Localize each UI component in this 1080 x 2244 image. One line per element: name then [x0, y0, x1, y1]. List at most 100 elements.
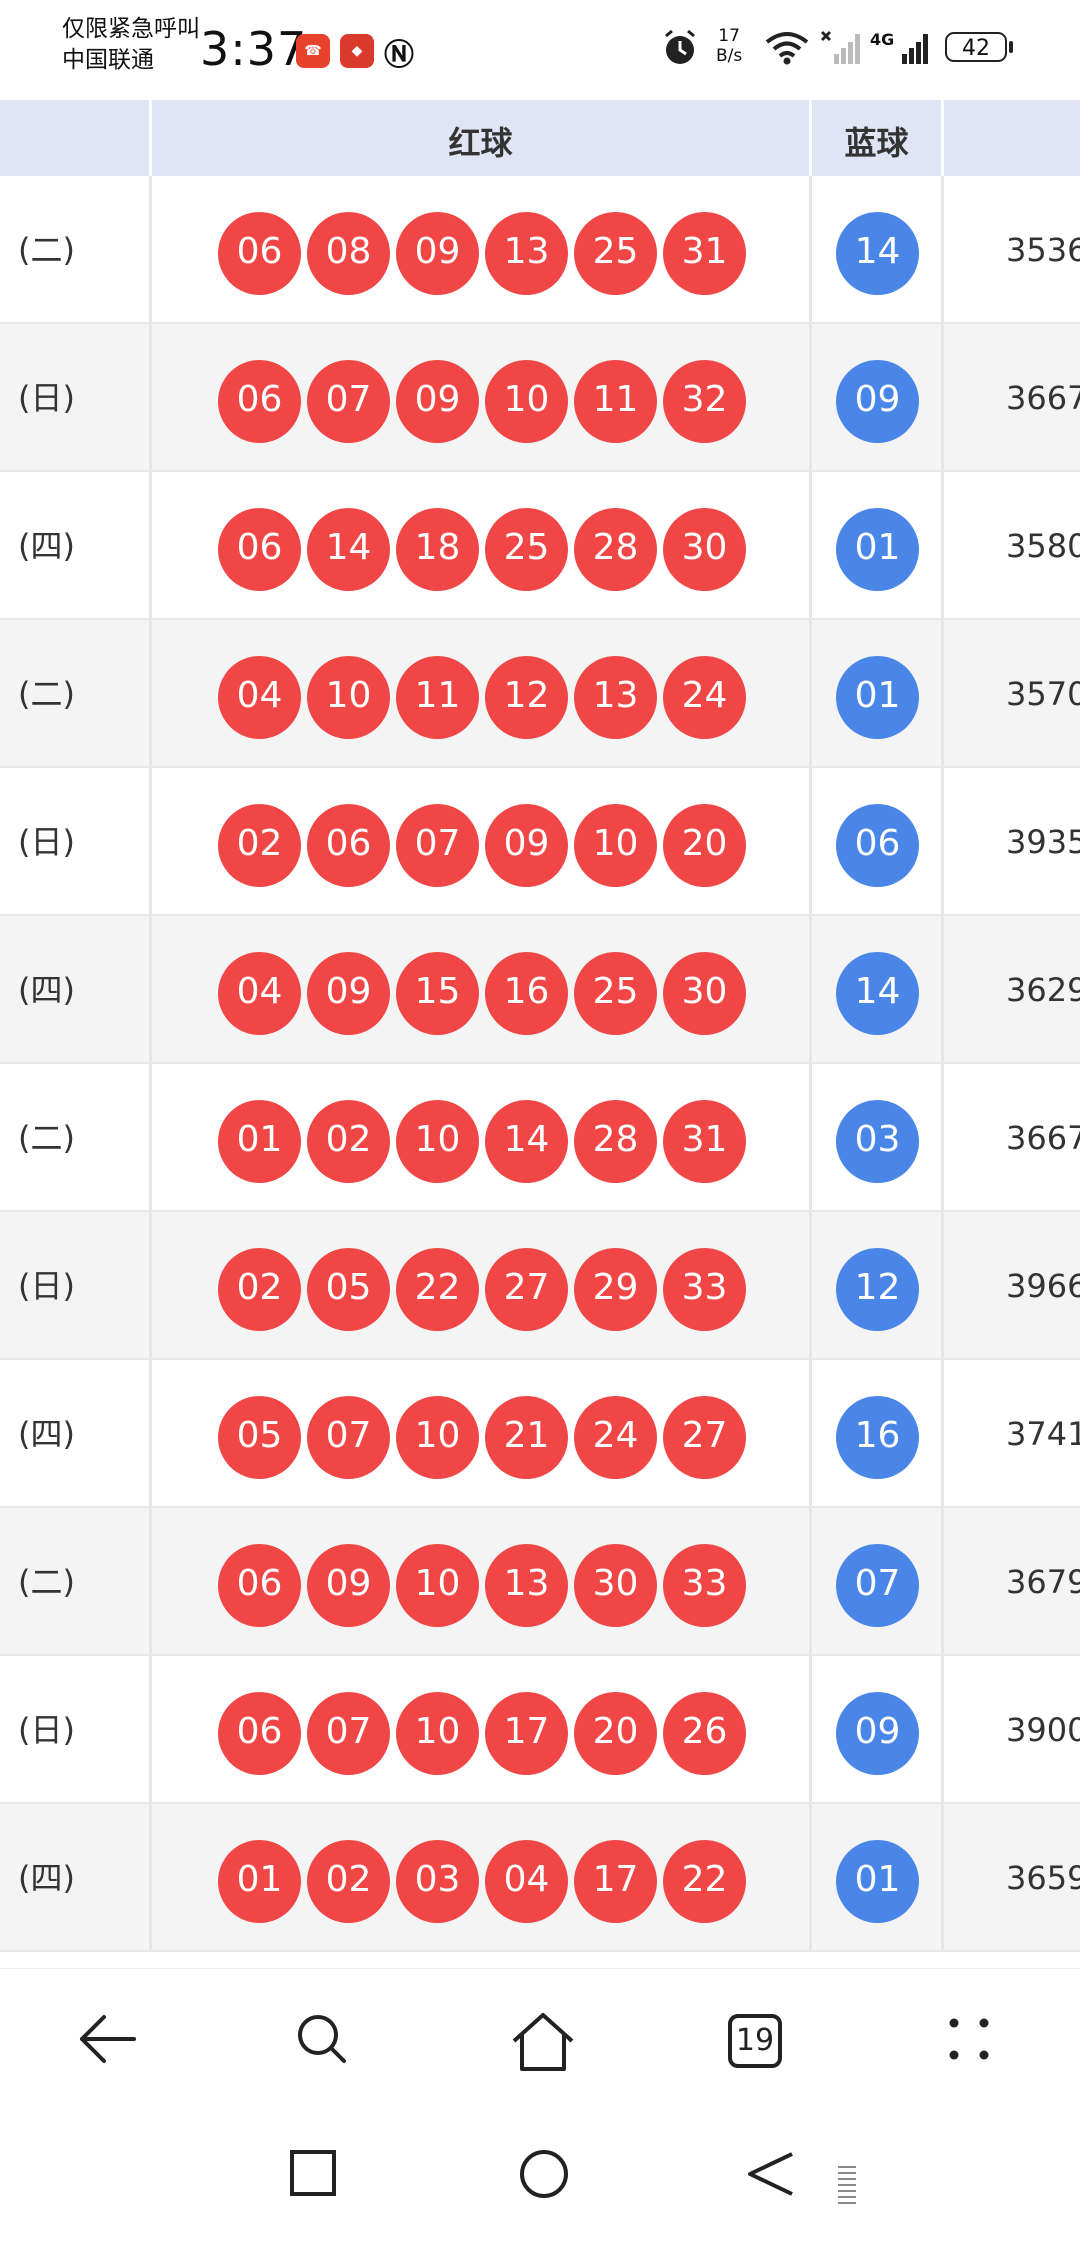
blue-ball: 03 — [836, 1100, 919, 1183]
red-ball: 20 — [663, 804, 746, 887]
draw-weekday: (四) — [0, 1360, 152, 1508]
red-ball: 02 — [307, 1100, 390, 1183]
shopping-app-icon: ◆ — [340, 34, 374, 68]
battery-tip — [1009, 41, 1013, 53]
nfc-icon: Ⓝ — [384, 38, 414, 73]
red-balls-cell: 01 02 10 14 28 31 — [152, 1064, 812, 1212]
sales-amount: 3580 — [1006, 527, 1080, 565]
recents-button[interactable] — [270, 2108, 350, 2244]
red-ball: 10 — [396, 1100, 479, 1183]
sales-amount: 3659 — [1006, 1859, 1080, 1897]
triangle-back-icon — [748, 2152, 793, 2196]
blue-ball-cell: 12 — [812, 1212, 944, 1360]
red-ball: 25 — [574, 952, 657, 1035]
back-button[interactable] — [56, 1969, 156, 2109]
home-button[interactable] — [488, 1969, 588, 2109]
blue-ball: 06 — [836, 804, 919, 887]
red-ball: 30 — [663, 952, 746, 1035]
red-balls-cell: 06 08 09 13 25 31 — [152, 176, 812, 324]
red-ball: 11 — [396, 656, 479, 739]
red-ball: 30 — [663, 508, 746, 591]
red-ball: 09 — [396, 360, 479, 443]
red-ball: 10 — [396, 1692, 479, 1775]
red-ball: 03 — [396, 1840, 479, 1923]
home-system-button[interactable] — [500, 2108, 580, 2244]
red-ball: 14 — [307, 508, 390, 591]
sales-amount: 3900 — [1006, 1711, 1080, 1749]
red-ball: 29 — [574, 1248, 657, 1331]
blue-ball-cell: 03 — [812, 1064, 944, 1212]
red-ball: 17 — [574, 1840, 657, 1923]
app-notification-icon: ☎ — [296, 34, 330, 68]
draw-weekday: (二) — [0, 1064, 152, 1212]
red-balls-cell: 06 07 10 17 20 26 — [152, 1656, 812, 1804]
signal-sim2-icon — [892, 30, 936, 70]
red-balls-cell: 04 10 11 12 13 24 — [152, 620, 812, 768]
sales-amount: 3629 — [1006, 971, 1080, 1009]
red-ball: 07 — [307, 1692, 390, 1775]
draw-weekday: (四) — [0, 916, 152, 1064]
red-ball: 33 — [663, 1544, 746, 1627]
red-balls-cell: 05 07 10 21 24 27 — [152, 1360, 812, 1508]
sales-amount: 3667 — [1006, 379, 1080, 417]
blue-ball: 09 — [836, 1692, 919, 1775]
red-ball: 10 — [396, 1544, 479, 1627]
header-red-balls: 红球 — [152, 100, 812, 176]
red-ball: 09 — [485, 804, 568, 887]
tabs-button[interactable]: 19 — [704, 1969, 804, 2109]
red-ball: 22 — [663, 1840, 746, 1923]
red-ball: 16 — [485, 952, 568, 1035]
signal-sim1-icon — [820, 30, 864, 70]
system-navigation-bar — [0, 2108, 1080, 2244]
red-ball: 02 — [307, 1840, 390, 1923]
home-icon — [512, 2013, 574, 2071]
blue-ball-cell: 01 — [812, 472, 944, 620]
lottery-results-table: 红球 蓝球 (二) 06 08 09 13 25 31 14 3536 (日) 06 07 09 10 11… — [0, 100, 1080, 1968]
red-balls-cell: 06 07 09 10 11 32 — [152, 324, 812, 472]
header-sales — [944, 100, 1080, 176]
table-row: (日) 06 07 10 17 20 26 09 3900 — [0, 1656, 1080, 1804]
red-ball: 06 — [307, 804, 390, 887]
red-ball: 01 — [218, 1100, 301, 1183]
search-button[interactable] — [272, 1969, 372, 2109]
red-ball: 05 — [218, 1396, 301, 1479]
red-balls-cell: 02 06 07 09 10 20 — [152, 768, 812, 916]
clock: 3:37 — [200, 22, 308, 76]
sales-amount: 3570 — [1006, 675, 1080, 713]
red-ball: 06 — [218, 508, 301, 591]
draw-weekday: (二) — [0, 620, 152, 768]
red-ball: 05 — [307, 1248, 390, 1331]
more-button[interactable] — [920, 1969, 1020, 2109]
blue-ball: 12 — [836, 1248, 919, 1331]
red-ball: 24 — [663, 656, 746, 739]
red-ball: 04 — [218, 656, 301, 739]
blue-ball-cell: 16 — [812, 1360, 944, 1508]
sales-amount: 3536 — [1006, 231, 1080, 269]
red-ball: 33 — [663, 1248, 746, 1331]
red-ball: 20 — [574, 1692, 657, 1775]
table-row: (日) 06 07 09 10 11 32 09 3667 — [0, 324, 1080, 472]
red-balls-cell: 04 09 15 16 25 30 — [152, 916, 812, 1064]
blue-ball: 14 — [836, 212, 919, 295]
red-ball: 17 — [485, 1692, 568, 1775]
header-day — [0, 100, 152, 176]
red-ball: 10 — [307, 656, 390, 739]
red-ball: 04 — [485, 1840, 568, 1923]
red-ball: 26 — [663, 1692, 746, 1775]
red-ball: 25 — [485, 508, 568, 591]
table-row: (四) 01 02 03 04 17 22 01 3659 — [0, 1804, 1080, 1952]
table-row: (四) 06 14 18 25 28 30 01 3580 — [0, 472, 1080, 620]
scroll-handle-icon[interactable] — [838, 2164, 856, 2210]
red-ball: 04 — [218, 952, 301, 1035]
red-ball: 01 — [218, 1840, 301, 1923]
status-bar: 仅限紧急呼叫 中国联通 3:37 ☎ ◆ Ⓝ 17 B/s 4G 42 — [0, 0, 1080, 100]
red-ball: 06 — [218, 1544, 301, 1627]
blue-ball: 01 — [836, 508, 919, 591]
red-ball: 30 — [574, 1544, 657, 1627]
back-system-button[interactable] — [724, 2108, 804, 2244]
table-row: (日) 02 06 07 09 10 20 06 3935 — [0, 768, 1080, 916]
red-ball: 32 — [663, 360, 746, 443]
red-ball: 14 — [485, 1100, 568, 1183]
red-balls-cell: 02 05 22 27 29 33 — [152, 1212, 812, 1360]
red-ball: 31 — [663, 212, 746, 295]
